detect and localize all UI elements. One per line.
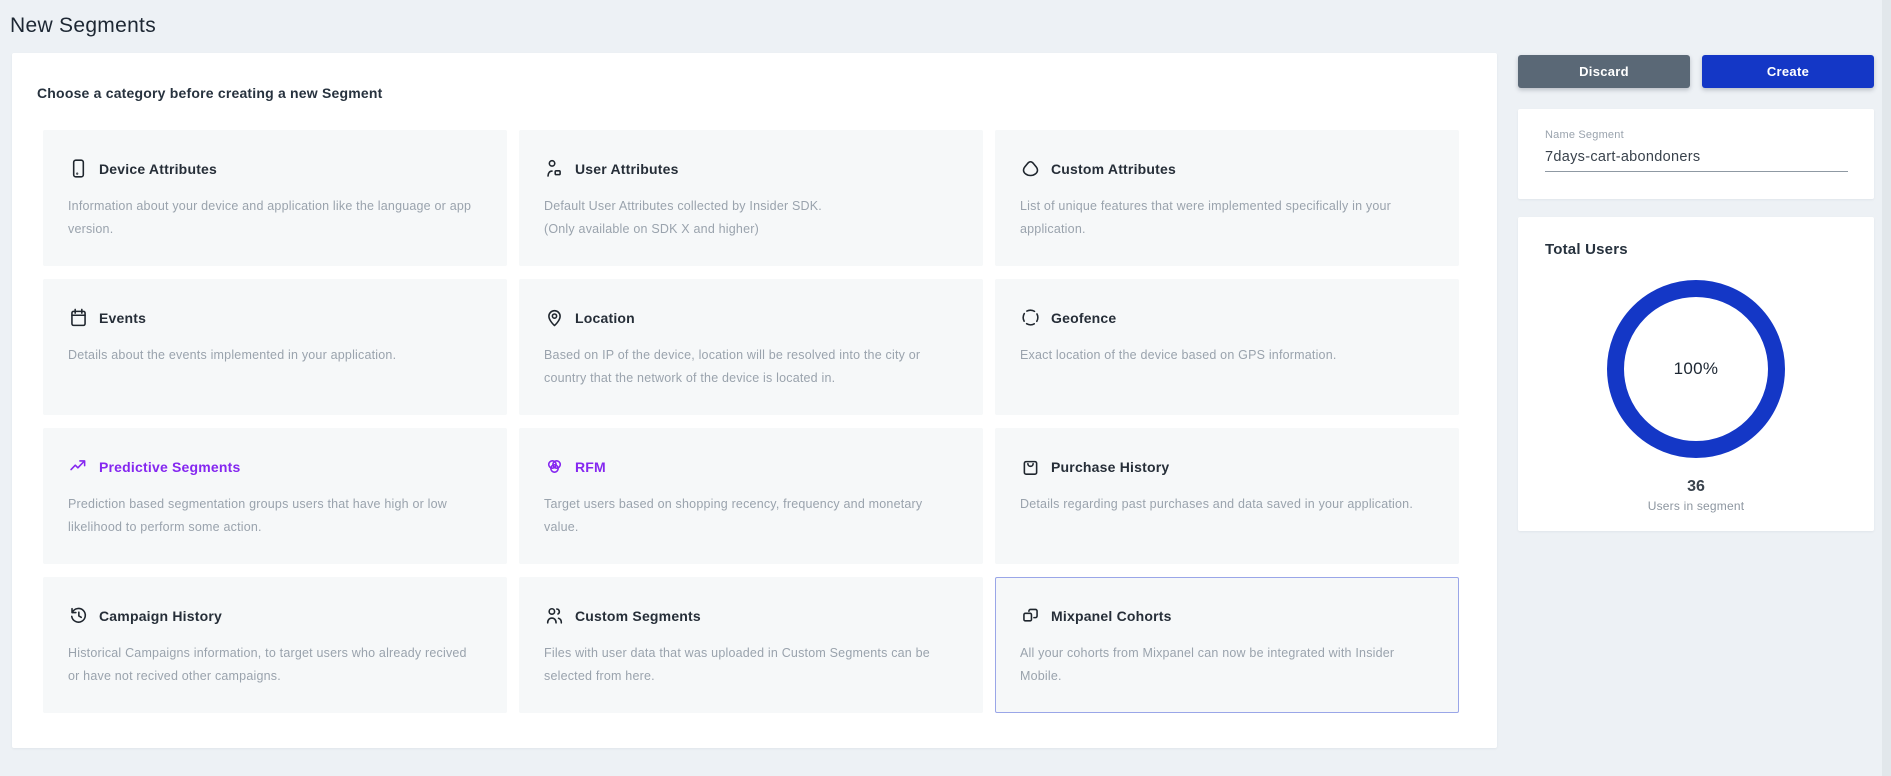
category-card-header: Location [544,307,956,328]
panel-subtitle: Choose a category before creating a new … [37,85,383,101]
category-grid: Device Attributes Information about your … [43,130,1459,713]
category-card-header: Custom Segments [544,605,956,626]
vertical-scrollbar[interactable] [1882,0,1891,776]
category-description: Based on IP of the device, location will… [544,344,956,390]
action-button-row: Discard Create [1518,55,1874,88]
user-device-icon [544,158,565,179]
total-users-card: Total Users 100% 36 Users in segment [1518,217,1874,531]
category-title: Predictive Segments [99,459,241,475]
category-card-location[interactable]: Location Based on IP of the device, locat… [519,279,983,415]
category-card-device-attributes[interactable]: Device Attributes Information about your … [43,130,507,266]
category-description: Details about the events implemented in … [68,344,480,367]
category-description: Prediction based segmentation groups use… [68,493,480,539]
integration-icon [1020,605,1041,626]
category-title: Campaign History [99,608,222,624]
users-caption: Users in segment [1518,499,1874,513]
category-card-custom-segments[interactable]: Custom Segments Files with user data that… [519,577,983,713]
category-card-header: Campaign History [68,605,480,626]
category-card-mixpanel-cohorts[interactable]: Mixpanel Cohorts All your cohorts from Mi… [995,577,1459,713]
category-title: Geofence [1051,310,1116,326]
category-card-campaign-history[interactable]: Campaign History Historical Campaigns inf… [43,577,507,713]
category-card-header: Geofence [1020,307,1432,328]
donut-percent-label: 100% [1674,359,1719,379]
discard-button[interactable]: Discard [1518,55,1690,88]
category-description-note: (Only available on SDK X and higher) [544,218,956,241]
category-title: Purchase History [1051,459,1169,475]
category-card-header: Events [68,307,480,328]
total-users-title: Total Users [1518,241,1874,258]
category-description: Exact location of the device based on GP… [1020,344,1432,367]
category-description: List of unique features that were implem… [1020,195,1432,241]
category-card-header: User Attributes [544,158,956,179]
total-users-donut-chart: 100% [1607,280,1785,458]
name-segment-input[interactable] [1545,147,1848,172]
category-title: Custom Segments [575,608,701,624]
category-description: Target users based on shopping recency, … [544,493,956,539]
category-card-header: Custom Attributes [1020,158,1432,179]
category-description: Information about your device and applic… [68,195,480,241]
category-description: Historical Campaigns information, to tar… [68,642,480,688]
calendar-icon [68,307,89,328]
category-card-geofence[interactable]: Geofence Exact location of the device bas… [995,279,1459,415]
category-card-header: Device Attributes [68,158,480,179]
create-button[interactable]: Create [1702,55,1874,88]
users-count: 36 [1518,478,1874,496]
sidebar: Discard Create Name Segment Total Users … [1518,55,1874,531]
segment-category-panel: Choose a category before creating a new … [12,53,1497,748]
category-description: Default User Attributes collected by Ins… [544,195,956,218]
category-title: Events [99,310,146,326]
category-title: Location [575,310,635,326]
trend-arrow-icon [68,456,89,477]
name-segment-label: Name Segment [1545,129,1848,141]
category-card-predictive-segments[interactable]: Predictive Segments Prediction based segm… [43,428,507,564]
category-description: All your cohorts from Mixpanel can now b… [1020,642,1432,688]
geofence-icon [1020,307,1041,328]
category-title: Device Attributes [99,161,217,177]
category-card-events[interactable]: Events Details about the events implement… [43,279,507,415]
category-title: Mixpanel Cohorts [1051,608,1172,624]
category-title: RFM [575,459,606,475]
category-card-header: Predictive Segments [68,456,480,477]
category-description: Files with user data that was uploaded i… [544,642,956,688]
category-card-rfm[interactable]: RFM Target users based on shopping recenc… [519,428,983,564]
category-card-user-attributes[interactable]: User Attributes Default User Attributes c… [519,130,983,266]
name-segment-card: Name Segment [1518,109,1874,199]
category-description: Details regarding past purchases and dat… [1020,493,1432,516]
history-clock-icon [68,605,89,626]
users-icon [544,605,565,626]
shopping-bag-icon [1020,456,1041,477]
category-card-header: Mixpanel Cohorts [1020,605,1432,626]
map-pin-icon [544,307,565,328]
page-title: New Segments [10,14,156,38]
category-card-custom-attributes[interactable]: Custom Attributes List of unique features… [995,130,1459,266]
category-card-purchase-history[interactable]: Purchase History Details regarding past p… [995,428,1459,564]
venn-icon [544,456,565,477]
category-title: User Attributes [575,161,679,177]
smartphone-icon [68,158,89,179]
category-card-header: RFM [544,456,956,477]
category-card-header: Purchase History [1020,456,1432,477]
blob-icon [1020,158,1041,179]
category-title: Custom Attributes [1051,161,1176,177]
